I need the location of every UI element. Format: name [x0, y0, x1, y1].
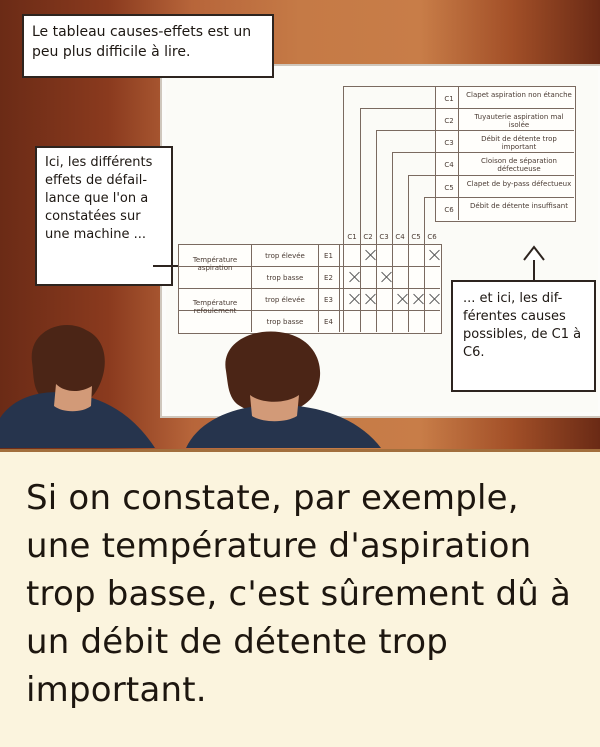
vertical-divider [343, 86, 344, 332]
horizontal-divider [178, 288, 440, 289]
cross-mark [348, 271, 360, 283]
column-header: C6 [427, 233, 437, 241]
column-header: C2 [363, 233, 373, 241]
horizontal-divider [435, 130, 574, 131]
cross-mark [364, 249, 376, 261]
top-caption-text: Le tableau causes-effets est un peu plus… [32, 24, 252, 60]
row-group-label: Température aspiration [192, 256, 238, 272]
row-state-label: trop élevée [265, 252, 305, 260]
horizontal-divider [435, 197, 574, 198]
column-header: C4 [395, 233, 405, 241]
cross-mark [380, 271, 392, 283]
cross-mark [428, 293, 440, 305]
cause-label: Cloison de séparation défectueuse [481, 157, 557, 173]
horizontal-divider [435, 175, 574, 176]
row-state-label: trop élevée [265, 296, 305, 304]
cause-code: C5 [444, 184, 454, 192]
bottom-caption-text: Si on constate, par exemple, une tempéra… [26, 478, 572, 710]
vertical-divider [408, 175, 409, 332]
row-code-label: E1 [324, 252, 333, 260]
person-right-icon [186, 331, 381, 448]
cause-code: C6 [444, 206, 454, 214]
column-header: C1 [347, 233, 357, 241]
horizontal-divider [435, 152, 574, 153]
horizontal-divider [408, 175, 435, 176]
cause-label: Tuyauterie aspiration mal isolée [474, 113, 564, 129]
horizontal-divider [343, 86, 435, 87]
row-code-label: E2 [324, 274, 333, 282]
right-caption-text: ... et ici, les dif-férentes causes poss… [463, 291, 582, 360]
cross-mark [396, 293, 408, 305]
row-code-label: E3 [324, 296, 333, 304]
arrow-up-icon [523, 245, 545, 282]
row-group-label: Température refoulement [192, 299, 238, 315]
vertical-divider [251, 244, 252, 332]
horizontal-divider [376, 130, 435, 131]
cause-label: Débit de détente insuffisant [470, 202, 568, 210]
cause-label: Clapet de by-pass défectueux [466, 180, 572, 188]
row-state-label: trop basse [266, 274, 304, 282]
column-header: C3 [379, 233, 389, 241]
cause-label: Débit de détente trop important [481, 135, 557, 151]
right-caption: ... et ici, les dif-férentes causes poss… [451, 280, 596, 392]
vertical-divider [376, 130, 377, 332]
horizontal-divider [424, 197, 435, 198]
left-caption-text: Ici, les différents effets de défail-lan… [45, 155, 153, 242]
cross-mark [364, 293, 376, 305]
cause-label: Clapet aspiration non étanche [466, 91, 572, 99]
cross-mark [412, 293, 424, 305]
vertical-divider [318, 244, 319, 332]
comic-panel: Le tableau causes-effets est un peu plus… [0, 0, 600, 747]
cause-code: C3 [444, 139, 454, 147]
person-left-icon [0, 325, 155, 448]
vertical-divider [360, 108, 361, 332]
horizontal-divider [435, 108, 574, 109]
column-header: C5 [411, 233, 421, 241]
top-caption: Le tableau causes-effets est un peu plus… [22, 14, 274, 78]
cause-code: C1 [444, 95, 454, 103]
horizontal-divider [392, 152, 435, 153]
cause-code: C2 [444, 117, 454, 125]
cause-code: C4 [444, 161, 454, 169]
vertical-divider [458, 86, 459, 220]
horizontal-divider [360, 108, 435, 109]
cross-mark [348, 293, 360, 305]
vertical-divider [392, 152, 393, 332]
vertical-divider [339, 244, 340, 332]
vertical-divider [424, 197, 425, 332]
cross-mark [428, 249, 440, 261]
